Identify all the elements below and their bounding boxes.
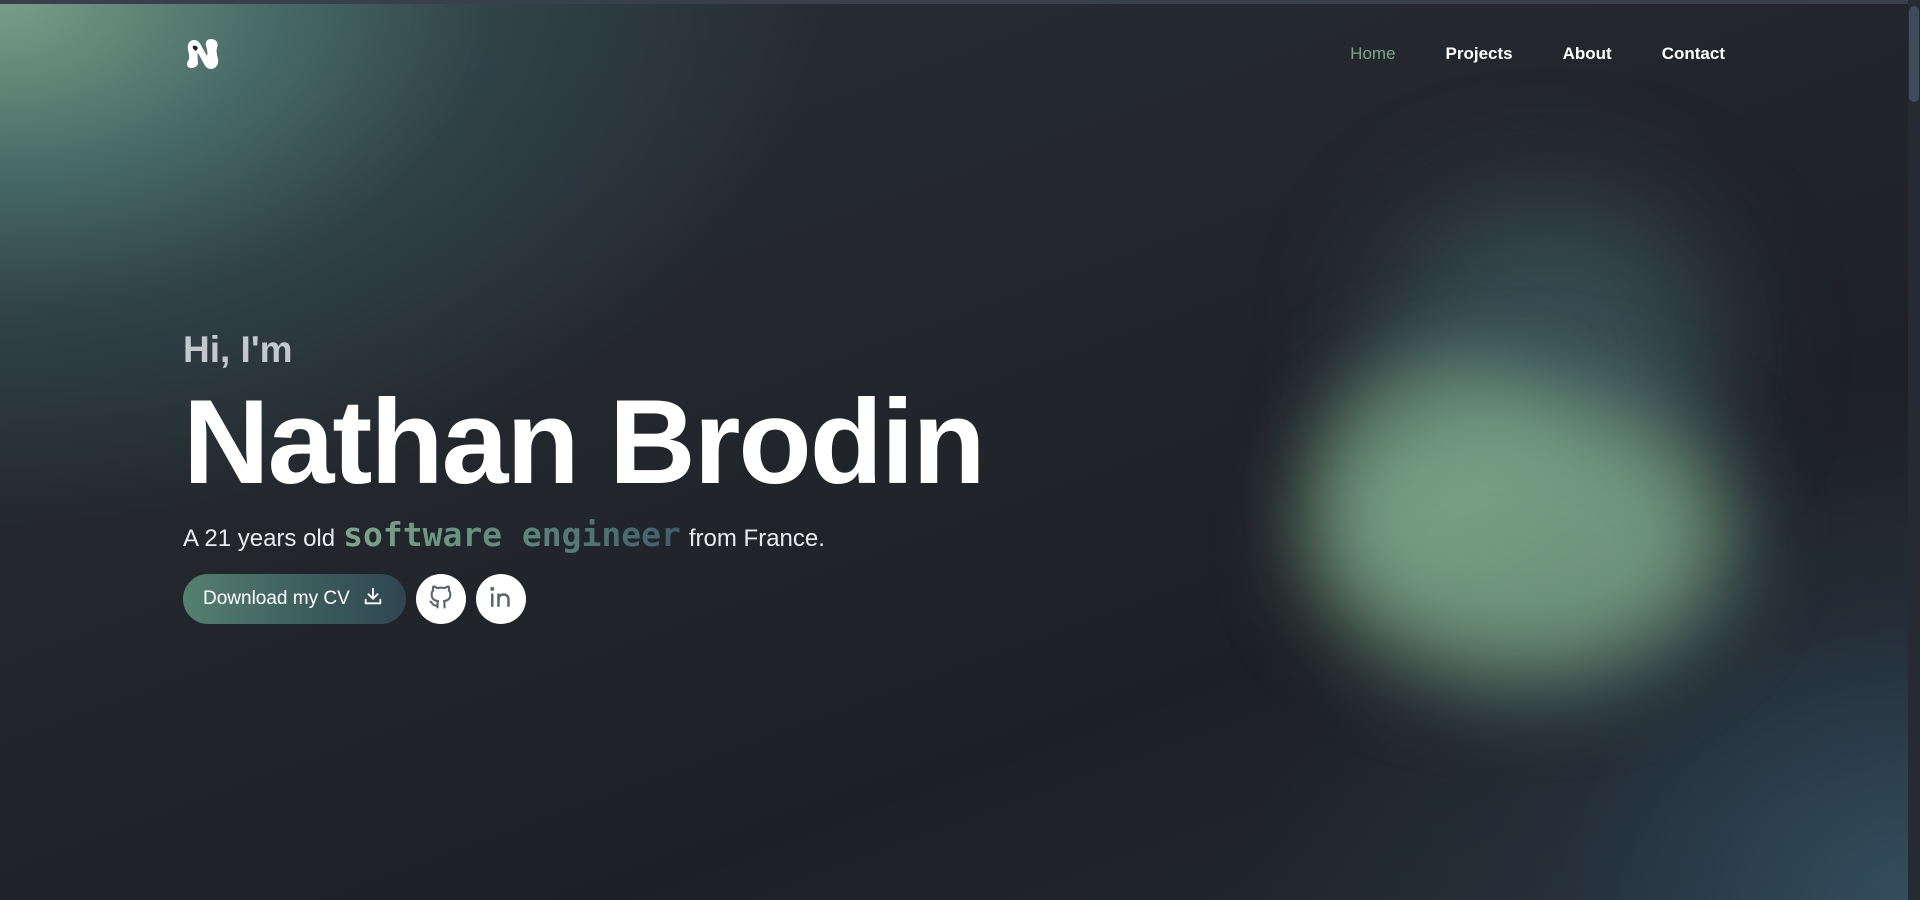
download-cv-label: Download my CV	[203, 588, 350, 609]
top-border	[0, 0, 1920, 4]
tagline-suffix: from France.	[688, 525, 825, 552]
hero-greeting: Hi, I'm	[183, 329, 293, 370]
nav-item-projects[interactable]: Projects	[1446, 44, 1513, 64]
main-nav: Home Projects About Contact	[1350, 44, 1725, 64]
hero-actions: Download my CV	[183, 574, 984, 624]
linkedin-link[interactable]	[475, 574, 526, 624]
linkedin-icon	[486, 582, 516, 617]
nav-item-home[interactable]: Home	[1350, 44, 1395, 64]
page-viewport: Home Projects About Contact Hi, I'm Nath…	[0, 0, 1920, 900]
tagline-prefix: A 21 years old	[183, 525, 336, 552]
decorative-blob	[1310, 390, 1730, 680]
download-icon	[362, 585, 384, 613]
hero-section: Hi, I'm Nathan Brodin A 21 years old sof…	[183, 325, 986, 624]
hero-tagline: A 21 years old software engineer from Fr…	[183, 515, 984, 554]
github-link[interactable]	[415, 574, 466, 624]
scrollbar-thumb[interactable]	[1909, 6, 1919, 102]
page-scrollbar[interactable]	[1908, 0, 1920, 900]
download-cv-button[interactable]: Download my CV	[183, 574, 406, 624]
nav-item-contact[interactable]: Contact	[1662, 44, 1725, 64]
nav-item-about[interactable]: About	[1563, 44, 1612, 64]
github-icon	[427, 583, 455, 616]
hero-name: Nathan Brodin	[183, 375, 986, 509]
logo-icon[interactable]	[183, 34, 223, 74]
tagline-role: software engineer	[343, 515, 681, 554]
